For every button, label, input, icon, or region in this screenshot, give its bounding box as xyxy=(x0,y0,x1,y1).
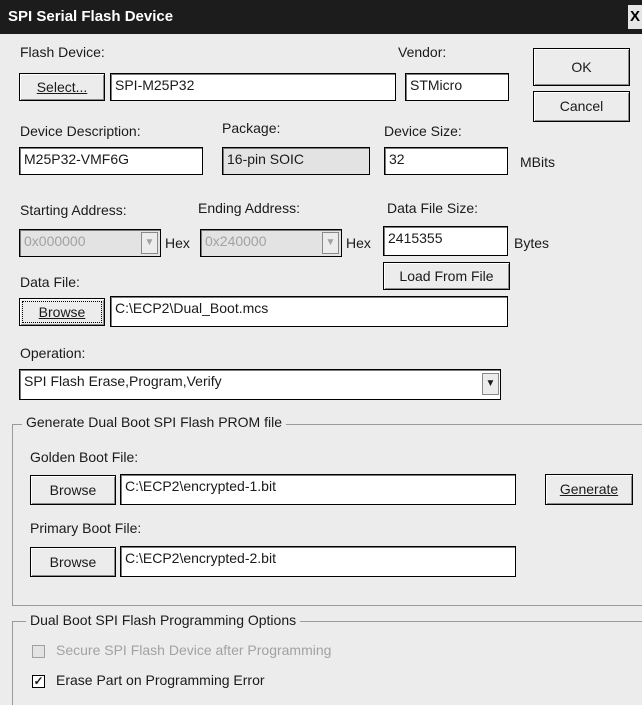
data-file-size-label: Data File Size: xyxy=(387,200,479,216)
generate-button-label: Generate xyxy=(559,481,619,497)
starting-address-value: 0x000000 xyxy=(24,233,86,249)
operation-value: SPI Flash Erase,Program,Verify xyxy=(24,373,222,389)
dual-boot-prom-group-title: Generate Dual Boot SPI Flash PROM file xyxy=(22,414,286,430)
data-file-field[interactable]: C:\ECP2\Dual_Boot.mcs xyxy=(110,296,508,327)
golden-boot-file-label: Golden Boot File: xyxy=(30,449,139,465)
select-button[interactable]: Select... xyxy=(19,73,105,101)
operation-label: Operation: xyxy=(20,345,86,361)
chevron-down-icon[interactable]: ▼ xyxy=(482,373,499,395)
starting-address-label: Starting Address: xyxy=(20,202,127,218)
primary-boot-file-field[interactable]: C:\ECP2\encrypted-2.bit xyxy=(120,546,516,577)
generate-button[interactable]: Generate xyxy=(545,474,633,505)
package-label: Package: xyxy=(222,120,281,136)
title-bar: SPI Serial Flash Device X xyxy=(0,0,642,34)
ending-address-dropdown: 0x240000 xyxy=(200,229,342,257)
primary-boot-file-label: Primary Boot File: xyxy=(30,520,142,536)
device-size-label: Device Size: xyxy=(384,123,462,139)
load-from-file-button[interactable]: Load From File xyxy=(383,262,510,290)
flash-device-label: Flash Device: xyxy=(20,44,105,60)
programming-options-group-title: Dual Boot SPI Flash Programming Options xyxy=(26,612,301,628)
browse-golden-button[interactable]: Browse xyxy=(30,475,116,505)
starting-address-hex: Hex xyxy=(165,235,190,251)
select-button-label: Select... xyxy=(36,79,88,95)
data-file-label: Data File: xyxy=(20,274,80,290)
data-file-size-field[interactable]: 2415355 xyxy=(383,226,508,256)
package-field: 16-pin SOIC xyxy=(222,147,370,175)
device-size-field[interactable]: 32 xyxy=(384,147,508,175)
ending-address-hex: Hex xyxy=(346,235,371,251)
programming-options-group xyxy=(12,621,642,705)
vendor-field[interactable]: STMicro xyxy=(405,73,509,101)
browse-data-file-button[interactable]: Browse xyxy=(19,298,105,326)
golden-boot-file-field[interactable]: C:\ECP2\encrypted-1.bit xyxy=(120,474,516,505)
chevron-down-icon: ▼ xyxy=(141,232,158,254)
vendor-label: Vendor: xyxy=(398,44,447,60)
checkmark-icon: ✓ xyxy=(33,674,44,688)
erase-on-error-label: Erase Part on Programming Error xyxy=(56,672,265,688)
ok-button[interactable]: OK xyxy=(533,48,630,86)
ending-address-value: 0x240000 xyxy=(205,233,267,249)
window-title: SPI Serial Flash Device xyxy=(8,8,174,25)
chevron-down-icon: ▼ xyxy=(322,232,339,254)
cancel-button[interactable]: Cancel xyxy=(533,91,630,122)
device-description-field[interactable]: M25P32-VMF6G xyxy=(19,147,203,175)
operation-dropdown[interactable]: SPI Flash Erase,Program,Verify xyxy=(19,369,501,400)
device-size-unit: MBits xyxy=(520,154,555,170)
data-file-size-unit: Bytes xyxy=(514,235,550,251)
secure-spi-label: Secure SPI Flash Device after Programmin… xyxy=(56,642,332,658)
starting-address-dropdown: 0x000000 xyxy=(19,229,161,257)
secure-spi-checkbox xyxy=(32,645,45,658)
browse-data-file-label: Browse xyxy=(38,304,86,320)
ending-address-label: Ending Address: xyxy=(198,200,300,216)
flash-device-field[interactable]: SPI-M25P32 xyxy=(110,73,396,101)
close-icon[interactable]: X xyxy=(628,5,642,29)
device-description-label: Device Description: xyxy=(20,123,141,139)
browse-primary-button[interactable]: Browse xyxy=(30,547,116,577)
erase-on-error-checkbox[interactable]: ✓ xyxy=(32,675,45,688)
